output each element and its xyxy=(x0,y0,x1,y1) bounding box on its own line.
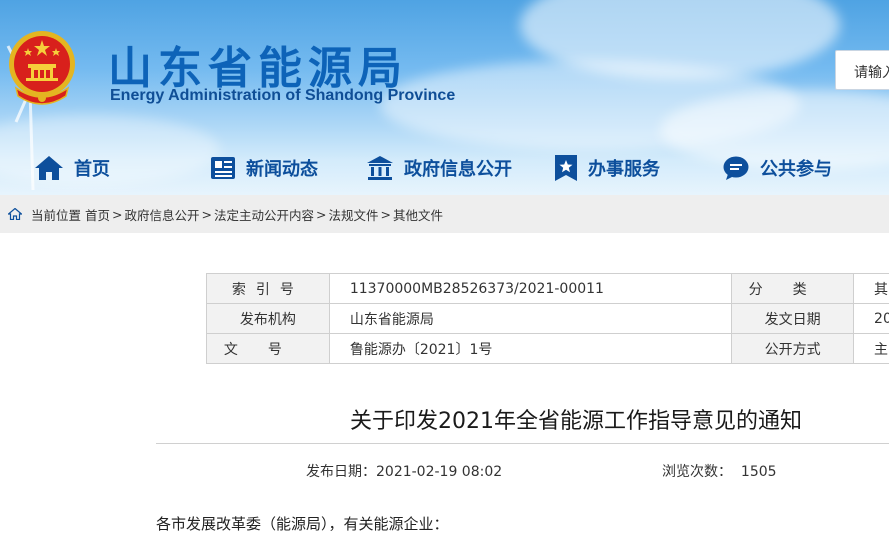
search-input[interactable]: 请输入 xyxy=(835,50,889,90)
nav-label: 政府信息公开 xyxy=(404,159,512,180)
meta-value-doc-number: 鲁能源办〔2021〕1号 xyxy=(328,333,733,364)
breadcrumb-separator: > xyxy=(112,206,123,222)
meta-label-index: 索引号 xyxy=(206,273,330,304)
nav-item-participation[interactable]: 公共参与 xyxy=(722,148,832,188)
meta-value-issue-date: 20 xyxy=(853,303,889,334)
breadcrumb-separator: > xyxy=(380,206,392,222)
table-row: 索引号 11370000MB28526373/2021-00011 分类 其 xyxy=(206,273,889,304)
meta-label-issuer: 发布机构 xyxy=(206,303,330,334)
home-icon xyxy=(35,156,63,180)
nav-label: 办事服务 xyxy=(588,159,660,180)
breadcrumb-separator: > xyxy=(201,206,213,222)
nav-item-news[interactable]: 新闻动态 xyxy=(210,148,318,188)
government-building-icon xyxy=(367,156,393,180)
meta-label-issue-date: 发文日期 xyxy=(731,303,855,334)
meta-value-index: 11370000MB28526373/2021-00011 xyxy=(328,273,733,304)
home-small-icon xyxy=(8,208,22,220)
site-subtitle: Energy Administration of Shandong Provin… xyxy=(110,87,456,104)
view-count-label: 浏览次数： xyxy=(662,464,732,480)
breadcrumb-prefix: 当前位置 xyxy=(31,207,82,223)
service-badge-icon xyxy=(555,155,577,181)
meta-label-doc-number: 文号 xyxy=(206,333,330,364)
view-count-value: 1505 xyxy=(740,464,777,480)
meta-value-issuer: 山东省能源局 xyxy=(328,303,733,334)
nav-item-services[interactable]: 办事服务 xyxy=(554,148,660,188)
title-divider xyxy=(156,443,889,444)
breadcrumb: 当前位置 首页 > 政府信息公开 > 法定主动公开内容 > 法规文件 > 其他文… xyxy=(0,195,889,233)
national-emblem-icon xyxy=(9,31,75,105)
document-meta-table: 索引号 11370000MB28526373/2021-00011 分类 其 发… xyxy=(206,273,889,364)
meta-label-disclosure: 公开方式 xyxy=(731,333,855,364)
main-nav: 首页 新闻动态 政府信息公开 办事服务 公共参与 xyxy=(0,148,889,188)
table-row: 文号 鲁能源办〔2021〕1号 公开方式 主 xyxy=(206,333,889,364)
news-icon xyxy=(211,157,235,179)
meta-value-category: 其 xyxy=(853,273,889,304)
nav-label: 新闻动态 xyxy=(246,159,318,180)
article-title: 关于印发2021年全省能源工作指导意见的通知 xyxy=(350,409,802,434)
nav-label: 公共参与 xyxy=(760,159,832,180)
breadcrumb-item-gov-info[interactable]: 政府信息公开 xyxy=(125,205,200,224)
view-count: 浏览次数： 1505 xyxy=(662,461,777,481)
nav-label: 首页 xyxy=(74,159,110,180)
publish-date: 发布日期：2021-02-19 08:02 xyxy=(306,461,502,481)
nav-item-gov-info[interactable]: 政府信息公开 xyxy=(366,148,512,188)
meta-label-category: 分类 xyxy=(731,273,855,304)
breadcrumb-item-home[interactable]: 首页 xyxy=(85,205,110,224)
breadcrumb-separator: > xyxy=(316,206,327,222)
publish-date-value: 2021-02-19 08:02 xyxy=(376,464,503,480)
article-salutation: 各市发展改革委（能源局），有关能源企业： xyxy=(156,515,449,533)
table-row: 发布机构 山东省能源局 发文日期 20 xyxy=(206,303,889,334)
site-header: 山东省能源局 Energy Administration of Shandong… xyxy=(0,0,889,195)
chat-bubble-icon xyxy=(723,156,749,180)
publish-date-label: 发布日期： xyxy=(306,464,376,480)
breadcrumb-item-other[interactable]: 其他文件 xyxy=(393,205,443,224)
meta-value-disclosure: 主 xyxy=(853,333,889,364)
breadcrumb-item-regulations[interactable]: 法规文件 xyxy=(329,205,379,224)
nav-item-home[interactable]: 首页 xyxy=(34,148,110,188)
breadcrumb-item-statutory[interactable]: 法定主动公开内容 xyxy=(214,205,314,224)
